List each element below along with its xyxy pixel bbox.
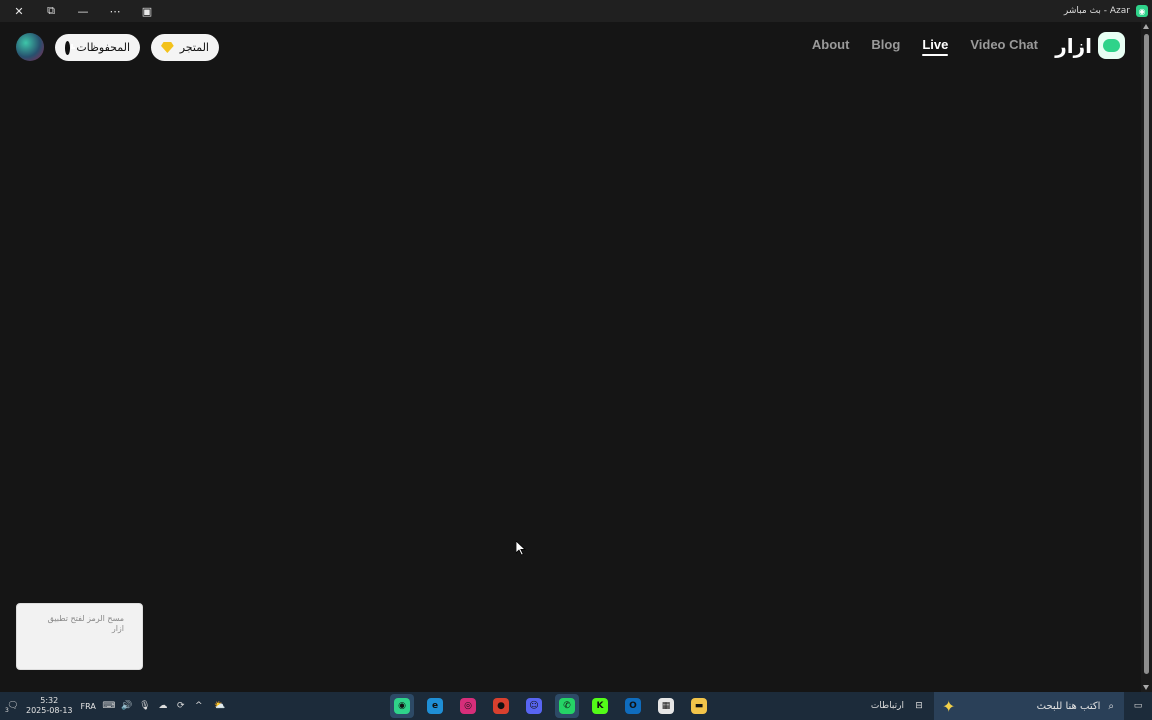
avatar[interactable] [16, 33, 44, 61]
microphone-icon[interactable]: 🎙 [139, 701, 150, 711]
whatsapp-icon-glyph: ✆ [559, 698, 575, 714]
taskbar: 🗨 3 5:32 2025-08-13 FRA ⌨ 🔊 🎙 ☁ ⟳ ^ ⛅ ◉ e ◎… [0, 692, 1152, 720]
nav-about[interactable]: About [812, 37, 850, 52]
instagram-icon-glyph: ◎ [460, 698, 476, 714]
kick-icon-glyph: K [592, 698, 608, 714]
whatsapp-icon[interactable]: ✆ [555, 694, 579, 718]
network-icon[interactable]: ☁ [158, 701, 168, 711]
title-bar: ✕ ⧉ — ⋯ ▣ بث مباشر - Azar ◉ [0, 0, 1152, 22]
store-label: المتجر [179, 41, 209, 54]
clock-date: 2025-08-13 [26, 706, 73, 715]
notification-center-icon[interactable]: 🗨 3 [5, 701, 19, 714]
azar-logo[interactable]: ازار [1055, 32, 1125, 59]
volume-icon[interactable]: 🔊 [121, 701, 132, 711]
discord-icon[interactable]: ☺ [522, 694, 546, 718]
live-page: المحفوظات المتجر About Blog Live Video C… [0, 22, 1141, 692]
scroll-thumb[interactable] [1144, 34, 1149, 674]
minimize-icon[interactable]: — [70, 0, 96, 22]
scroll-up-icon[interactable] [1143, 24, 1149, 29]
outlook-icon[interactable]: O [621, 694, 645, 718]
close-icon[interactable]: ✕ [6, 0, 32, 22]
store-icon[interactable]: ▦ [654, 694, 678, 718]
widgets-label[interactable]: ارتباطات [861, 701, 914, 711]
chrome-icon-glyph: ● [493, 698, 509, 714]
nav-live[interactable]: Live [922, 37, 949, 56]
page-scrollbar[interactable] [1141, 22, 1152, 692]
taskbar-apps: ◉ e ◎ ● ☺ ✆ K O ▦ ▬ [390, 694, 711, 718]
file-explorer-icon[interactable]: ▬ [687, 694, 711, 718]
kick-icon[interactable]: K [588, 694, 612, 718]
search-placeholder: اكتب هنا للبحث [1036, 700, 1101, 712]
task-view-icon[interactable]: ⊟ [914, 701, 924, 711]
search-icon: ⌕ [1108, 700, 1114, 712]
logo-text: ازار [1055, 33, 1092, 58]
weather-icon[interactable]: ⛅ [212, 701, 228, 711]
keyboard-icon[interactable]: ⌨ [102, 701, 115, 711]
nav-blog[interactable]: Blog [871, 37, 900, 52]
clock-time: 5:32 [40, 696, 59, 706]
qr-card[interactable]: مسح الرمز لفتح تطبيق ازار [16, 603, 143, 670]
taskbar-search[interactable]: ⌕ اكتب هنا للبحث ✦ [934, 692, 1124, 720]
nav-video-chat[interactable]: Video Chat [970, 37, 1038, 52]
instagram-icon[interactable]: ◎ [456, 694, 480, 718]
store-button[interactable]: المتجر [151, 34, 219, 61]
saved-button[interactable]: المحفوظات [55, 34, 140, 61]
edge-icon-glyph: e [427, 698, 443, 714]
azar-app-icon-glyph: ◉ [394, 698, 410, 714]
start-icon[interactable]: ▭ [1124, 701, 1152, 711]
scroll-down-icon[interactable] [1143, 685, 1149, 690]
qr-caption: مسح الرمز لفتح تطبيق ازار [47, 614, 124, 634]
sync-icon[interactable]: ⟳ [176, 701, 186, 711]
more-icon[interactable]: ⋯ [102, 0, 128, 22]
window-title: بث مباشر - Azar [1063, 6, 1130, 16]
main-nav: About Blog Live Video Chat [812, 37, 1038, 56]
saved-label: المحفوظات [76, 41, 130, 54]
outlook-icon-glyph: O [625, 698, 641, 714]
azar-app-icon[interactable]: ◉ [390, 694, 414, 718]
chrome-icon[interactable]: ● [489, 694, 513, 718]
notification-count: 3 [5, 707, 9, 714]
clock-icon [65, 40, 76, 55]
clock[interactable]: 5:32 2025-08-13 [26, 696, 73, 715]
azar-favicon-icon: ◉ [1136, 5, 1148, 17]
store-icon-glyph: ▦ [658, 698, 674, 714]
chevron-up-icon[interactable]: ^ [194, 701, 204, 711]
copilot-sparkle-icon: ✦ [942, 696, 956, 716]
restore-icon[interactable]: ⧉ [38, 0, 64, 22]
edge-icon[interactable]: e [423, 694, 447, 718]
file-explorer-icon-glyph: ▬ [691, 698, 707, 714]
diamond-icon [161, 42, 174, 53]
azar-logo-icon [1098, 32, 1125, 59]
language-indicator[interactable]: FRA [81, 702, 96, 711]
discord-icon-glyph: ☺ [526, 698, 542, 714]
split-view-icon[interactable]: ▣ [134, 0, 160, 22]
